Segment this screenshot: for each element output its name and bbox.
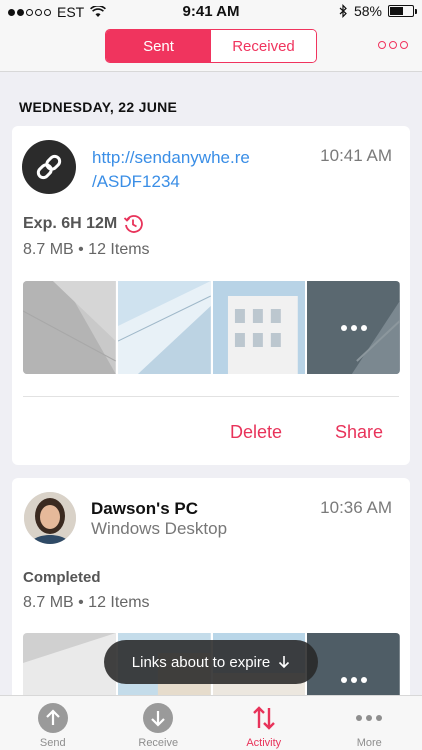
divider (23, 396, 399, 397)
expiry-row: Exp. 6H 12M (23, 214, 144, 234)
thumbnail[interactable] (117, 281, 211, 374)
tab-label: More (356, 737, 382, 749)
receive-icon (143, 703, 174, 733)
more-icon (354, 703, 384, 733)
more-items-icon (340, 676, 367, 683)
tab-received[interactable]: Received (211, 30, 316, 62)
transfer-time: 10:36 AM (320, 498, 392, 517)
expiry-label: Exp. 6H 12M (23, 215, 118, 232)
activity-icon (249, 703, 279, 733)
tab-receive[interactable]: Receive (106, 696, 212, 750)
device-type: Windows Desktop (91, 519, 228, 538)
file-summary: 8.7 MB • 12 Items (23, 594, 150, 611)
top-navigation: Sent Received (0, 24, 422, 72)
thumbnail[interactable] (23, 281, 116, 374)
thumbnail[interactable] (212, 281, 306, 374)
share-button[interactable]: Share (335, 422, 383, 443)
thumbnail-more[interactable] (307, 281, 400, 374)
date-header: WEDNESDAY, 22 JUNE (19, 99, 178, 115)
transfer-status: Completed (23, 569, 101, 586)
avatar (24, 492, 76, 544)
battery-label: 58% (353, 3, 382, 19)
tab-activity[interactable]: Activity (211, 696, 317, 750)
arrow-down-icon (279, 656, 290, 669)
tab-more[interactable]: More (317, 696, 422, 750)
transfer-time: 10:41 AM (320, 146, 392, 165)
tab-bar: Send Receive Activity More (0, 695, 422, 750)
more-options-icon[interactable] (378, 41, 408, 49)
battery-icon (388, 5, 417, 17)
send-icon (37, 703, 68, 733)
link-icon (22, 140, 76, 194)
transfer-card-link[interactable]: http://sendanywhe.re /ASDF1234 10:41 AM … (12, 126, 410, 465)
delete-button[interactable]: Delete (230, 422, 282, 443)
tab-label: Send (39, 737, 66, 749)
toast-text: Links about to expire (131, 653, 271, 671)
more-items-icon (340, 324, 367, 331)
bluetooth-icon (339, 4, 347, 18)
status-bar: EST 9:41 AM 58% (0, 0, 422, 24)
tab-label: Activity (246, 737, 282, 749)
status-right: 58% (339, 3, 417, 19)
share-link[interactable]: http://sendanywhe.re /ASDF1234 (92, 146, 292, 194)
clock-history-icon (124, 215, 144, 233)
expiring-links-toast[interactable]: Links about to expire (104, 640, 318, 684)
device-name: Dawson's PC (91, 499, 199, 518)
tab-label: Receive (138, 737, 179, 749)
thumbnail-strip (23, 281, 400, 374)
tab-send[interactable]: Send (0, 696, 106, 750)
share-link-line1: http://sendanywhe.re (92, 148, 250, 167)
sent-received-segmented-control: Sent Received (105, 29, 317, 63)
file-summary: 8.7 MB • 12 Items (23, 241, 150, 258)
share-link-line2: /ASDF1234 (92, 172, 180, 191)
tab-sent[interactable]: Sent (106, 30, 211, 62)
